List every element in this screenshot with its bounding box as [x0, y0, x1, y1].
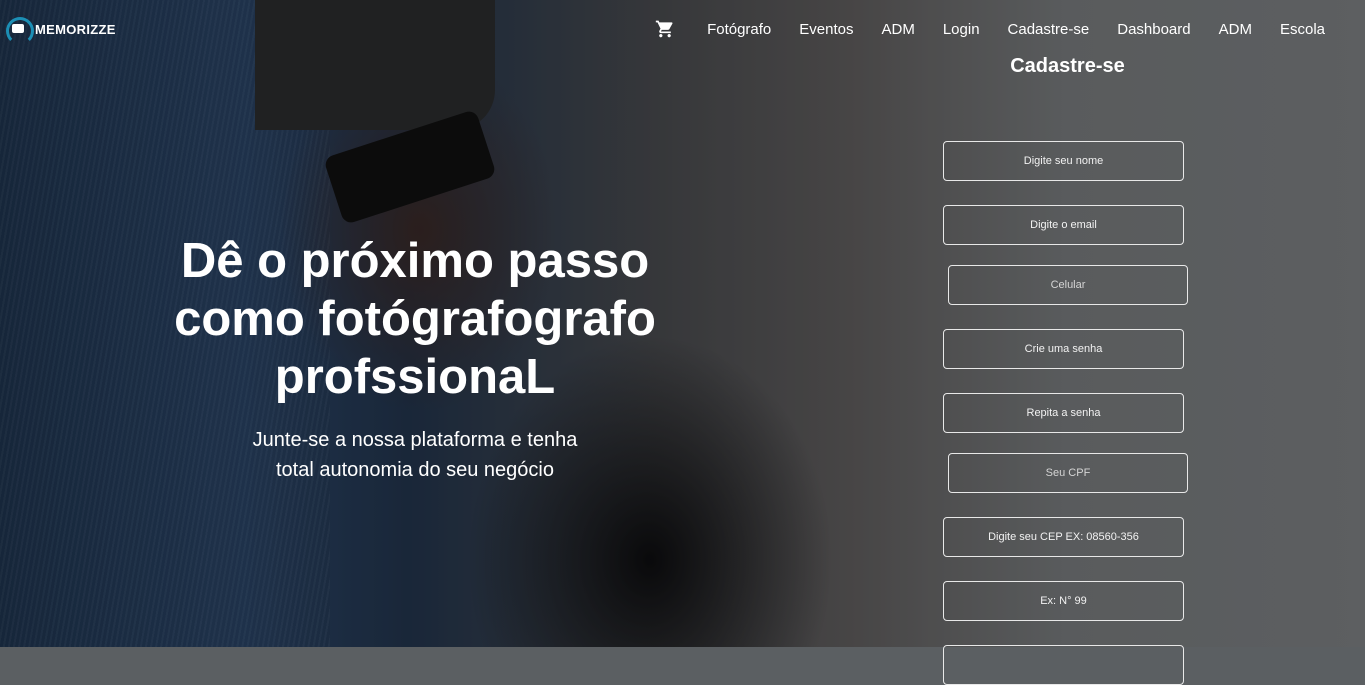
nav-cadastre-se[interactable]: Cadastre-se	[1008, 21, 1090, 38]
address-number-field[interactable]	[943, 581, 1184, 621]
brand-name: MEMORIZZE	[35, 21, 116, 37]
nav-adm-2[interactable]: ADM	[1219, 21, 1252, 38]
email-field[interactable]	[943, 205, 1184, 245]
nav-escola[interactable]: Escola	[1280, 21, 1325, 38]
brand-logo[interactable]: MEMORIZZE	[4, 17, 116, 45]
next-form-field[interactable]	[943, 645, 1184, 685]
name-field[interactable]	[943, 141, 1184, 181]
nav-fotografo[interactable]: Fotógrafo	[707, 21, 771, 38]
hero-title: Dê o próximo passo como fotógrafografo p…	[174, 234, 656, 404]
hero-subtitle: Junte-se a nossa plataforma e tenha tota…	[252, 429, 578, 481]
nav-adm[interactable]: ADM	[881, 21, 914, 38]
top-navigation: Fotógrafo Eventos ADM Login Cadastre-se …	[655, 19, 1325, 39]
cpf-field[interactable]	[948, 453, 1188, 493]
cep-field[interactable]	[943, 517, 1184, 557]
nav-eventos[interactable]: Eventos	[799, 21, 853, 38]
phone-field[interactable]	[948, 265, 1188, 305]
password-field[interactable]	[943, 329, 1184, 369]
nav-login[interactable]: Login	[943, 21, 980, 38]
nav-dashboard[interactable]: Dashboard	[1117, 21, 1190, 38]
camera-logo-icon	[4, 17, 34, 45]
cart-icon[interactable]	[655, 19, 675, 39]
form-title: Cadastre-se	[1010, 55, 1125, 77]
repeat-password-field[interactable]	[943, 393, 1184, 433]
